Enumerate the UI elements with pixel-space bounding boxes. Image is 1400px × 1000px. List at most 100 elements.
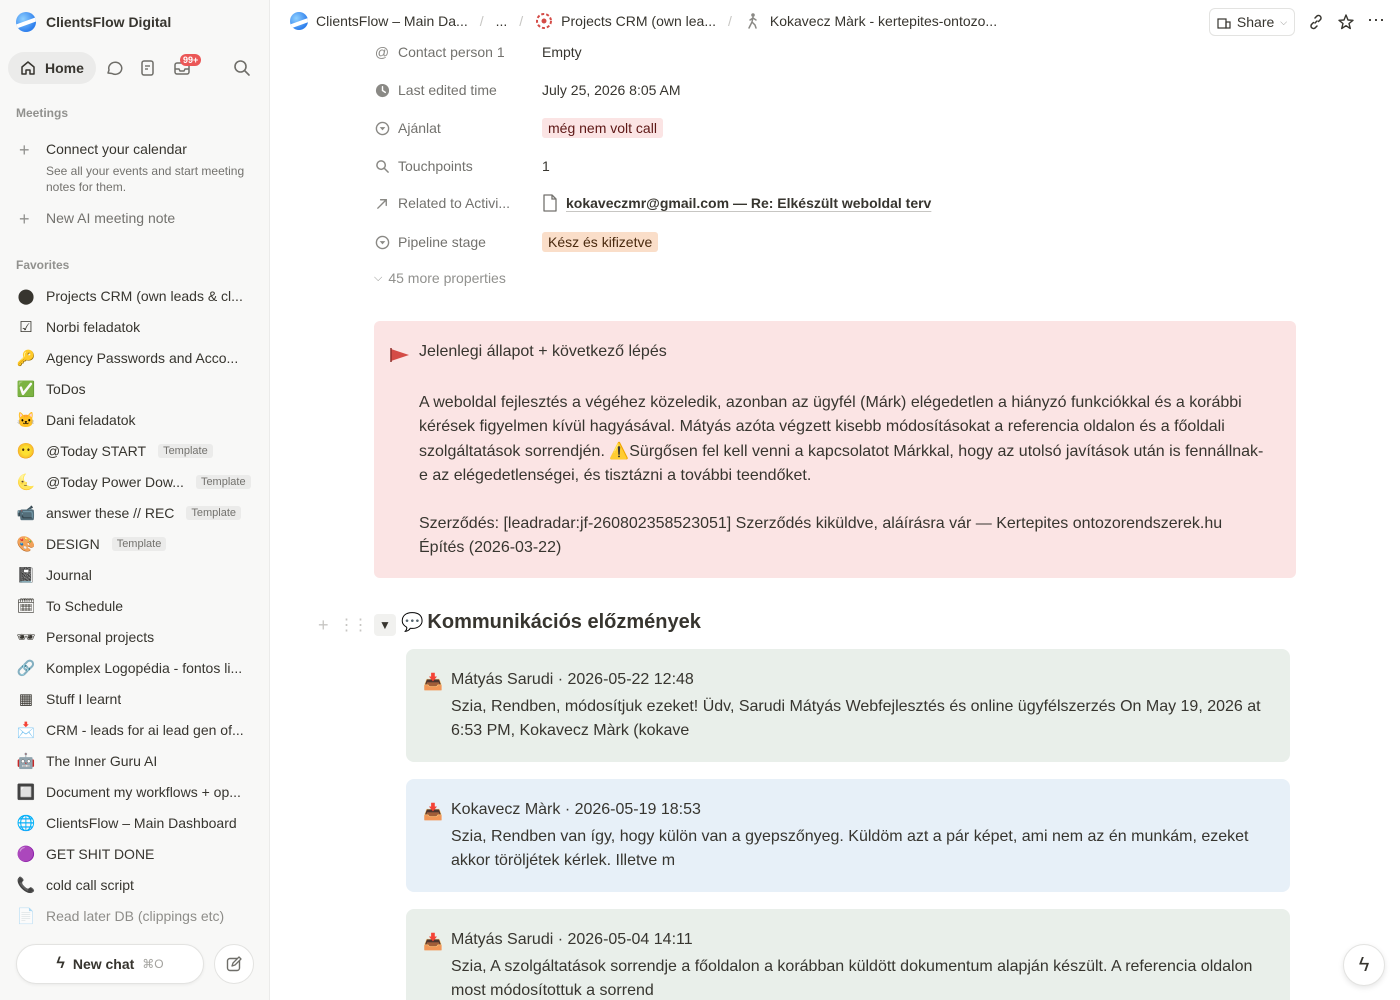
message-card: 📥 Kokavecz Màrk · 2026-05-19 18:53 Szia,…: [406, 779, 1290, 892]
template-badge: Template: [111, 537, 167, 551]
checkbox-icon: ☑: [19, 319, 33, 336]
inbox-tray-icon: 📩: [16, 722, 36, 739]
speech-bubble-icon: 💬: [401, 612, 424, 632]
breadcrumb-item-dashboard[interactable]: ClientsFlow – Main Da...: [290, 12, 468, 30]
search-icon: [374, 158, 390, 174]
chevron-down-icon: ⌵: [1280, 16, 1288, 27]
sidebar-favorite-item[interactable]: 🟣 GET SHIT DONE: [16, 840, 262, 868]
template-badge: Template: [186, 506, 242, 520]
property-name: Ajánlat: [398, 120, 441, 136]
breadcrumb-separator: /: [479, 13, 484, 29]
chat-icon[interactable]: [104, 58, 124, 78]
favorite-label: Dani feladatok: [46, 412, 136, 428]
ai-helper-button[interactable]: ϟ: [1343, 944, 1385, 986]
property-name: Pipeline stage: [398, 234, 486, 250]
home-label: Home: [45, 60, 84, 76]
breadcrumb: ClientsFlow – Main Da... / ... / Project…: [290, 12, 997, 30]
sidebar-favorite-item[interactable]: 🔗 Komplex Logopédia - fontos li...: [16, 654, 262, 682]
chevron-down-icon: ⌵: [374, 271, 383, 284]
property-ajanlat[interactable]: Ajánlat még nem volt call: [374, 114, 1074, 142]
breadcrumb-item-page[interactable]: Kokavecz Màrk - kertepites-ontozo...: [744, 12, 997, 30]
sidebar-favorite-item[interactable]: 🎨 DESIGN Template: [16, 530, 262, 558]
workspace-switcher[interactable]: ClientsFlow Digital: [16, 12, 171, 32]
person-walking-icon: [748, 13, 757, 29]
more-properties-label: 45 more properties: [388, 270, 506, 286]
property-pipeline-stage[interactable]: Pipeline stage Kész és kifizetve: [374, 228, 1074, 256]
inbox-tray-icon: 📥: [423, 674, 443, 691]
home-button[interactable]: Home: [8, 52, 96, 84]
sidebar-favorite-item[interactable]: ✅ ToDos: [16, 375, 262, 403]
sidebar-favorite-item[interactable]: 📹 answer these // REC Template: [16, 499, 262, 527]
property-last-edited[interactable]: Last edited time July 25, 2026 8:05 AM: [374, 76, 1074, 104]
more-properties-toggle[interactable]: ⌵ 45 more properties: [374, 270, 506, 286]
sidebar-favorite-item[interactable]: 📄 Read later DB (clippings etc): [16, 902, 262, 930]
favorite-label: ToDos: [46, 381, 86, 397]
search-icon[interactable]: [232, 58, 252, 78]
sidebar-favorite-item[interactable]: 🌜 @Today Power Dow... Template: [16, 468, 262, 496]
property-related[interactable]: Related to Activi... kokaveczmr@gmail.co…: [374, 189, 1074, 217]
sidebar-favorite-item[interactable]: 🤖 The Inner Guru AI: [16, 747, 262, 775]
sidebar-favorite-item[interactable]: 😶 @Today START Template: [16, 437, 262, 465]
triangle-down-icon: ▼: [379, 618, 391, 632]
robot-icon: 🤖: [16, 753, 36, 770]
arrow-up-right-icon: [374, 195, 390, 211]
share-building-icon: [1217, 18, 1231, 29]
favorite-label: Projects CRM (own leads & cl...: [46, 288, 243, 304]
at-sign-icon: @: [374, 44, 390, 60]
sidebar-favorite-item[interactable]: 🕶 Personal projects: [16, 623, 262, 651]
inbox-badge: 99+: [180, 54, 202, 66]
workspace-name: ClientsFlow Digital: [46, 14, 172, 30]
favorite-label: Personal projects: [46, 629, 155, 645]
new-chat-button[interactable]: ϟ New chat ⌘O: [16, 944, 204, 984]
more-options-icon[interactable]: ⋯: [1366, 10, 1386, 30]
clock-icon: [374, 82, 390, 98]
sidebar-favorite-item[interactable]: 📩 CRM - leads for ai lead gen of...: [16, 716, 262, 744]
sidebar-favorite-item[interactable]: 🔑 Agency Passwords and Acco...: [16, 344, 262, 372]
copy-link-icon[interactable]: [1306, 12, 1326, 32]
sidebar-favorite-item[interactable]: 🗓 To Schedule: [16, 592, 262, 620]
sidebar-favorite-item[interactable]: ☑ Norbi feladatok: [16, 313, 262, 341]
star-icon[interactable]: [1336, 12, 1356, 32]
connect-calendar-button[interactable]: Connect your calendar: [46, 141, 187, 157]
related-page-link[interactable]: kokaveczmr@gmail.com — Re: Elkészült web…: [566, 195, 931, 211]
share-button[interactable]: Share ⌵: [1209, 8, 1295, 36]
favorite-label: ClientsFlow – Main Dashboard: [46, 815, 237, 831]
compose-button[interactable]: [214, 944, 254, 984]
toggle-arrow-button[interactable]: ▼: [374, 614, 396, 636]
block-handle[interactable]: + ⋮⋮: [318, 615, 369, 636]
sidebar-favorite-item[interactable]: 📓 Journal: [16, 561, 262, 589]
favorite-label: Journal: [46, 567, 92, 583]
favorite-label: GET SHIT DONE: [46, 846, 155, 862]
message-body: Szia, Rendben van így, hogy külön van a …: [451, 828, 1249, 869]
ai-face-icon: ϟ: [1358, 953, 1370, 976]
favorite-label: CRM - leads for ai lead gen of...: [46, 722, 244, 738]
property-touchpoints[interactable]: Touchpoints 1: [374, 152, 1074, 180]
sunglasses-icon: 🕶: [16, 629, 36, 646]
breadcrumb-separator: /: [728, 13, 732, 29]
template-badge: Template: [158, 444, 213, 458]
drag-handle-icon[interactable]: ⋮⋮: [339, 615, 369, 636]
check-mark-icon: ✅: [16, 381, 36, 398]
breadcrumb-label: Projects CRM (own lea...: [561, 13, 716, 29]
sidebar-favorite-item[interactable]: ⬤ Projects CRM (own leads & cl...: [16, 282, 262, 310]
sidebar-favorite-item[interactable]: 📞 cold call script: [16, 871, 262, 899]
palette-icon: 🎨: [16, 536, 36, 553]
callout-body: A weboldal fejlesztés a végéhez közeledi…: [419, 391, 1269, 561]
meeting-notes-icon[interactable]: [138, 58, 158, 78]
property-name: Related to Activi...: [398, 195, 511, 211]
new-ai-meeting-note-button[interactable]: New AI meeting note: [46, 210, 175, 226]
favorite-label: cold call script: [46, 877, 134, 893]
phone-icon: 📞: [16, 877, 36, 894]
property-contact-person[interactable]: @ Contact person 1 Empty: [374, 38, 1074, 66]
breadcrumb-item-crm[interactable]: Projects CRM (own lea...: [535, 12, 716, 30]
sidebar-favorite-item[interactable]: ▦ Stuff I learnt: [16, 685, 262, 713]
breadcrumb-ellipsis[interactable]: ...: [496, 13, 508, 29]
schedule-icon: 🗓: [16, 598, 36, 615]
sidebar-favorite-item[interactable]: 🌐 ClientsFlow – Main Dashboard: [16, 809, 262, 837]
sidebar-favorite-item[interactable]: 🔲 Document my workflows + op...: [16, 778, 262, 806]
sidebar-favorite-item[interactable]: 🐱 Dani feladatok: [16, 406, 262, 434]
message-card: 📥 Mátyás Sarudi · 2026-05-22 12:48 Szia,…: [406, 649, 1290, 762]
favorite-label: Agency Passwords and Acco...: [46, 350, 239, 366]
property-name: Contact person 1: [398, 44, 505, 60]
add-block-icon[interactable]: +: [318, 615, 329, 636]
